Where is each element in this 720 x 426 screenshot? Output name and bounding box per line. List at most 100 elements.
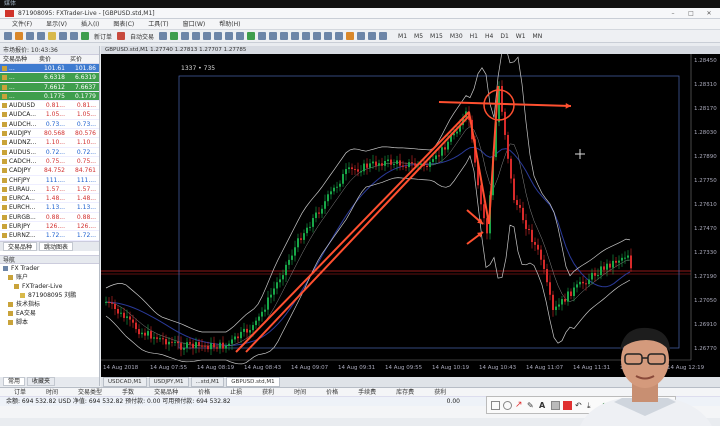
text-tool-icon[interactable]: [357, 32, 366, 40]
chart-tab-active[interactable]: GBPUSD.std,M1: [226, 377, 280, 387]
terminal-column[interactable]: 库存费: [396, 388, 414, 396]
market-watch-row[interactable]: EURNZ... 1.72... 1.72...: [0, 231, 99, 241]
market-watch-row[interactable]: AUDNZ... 1.10... 1.10...: [0, 138, 99, 148]
timeframe-w1[interactable]: W1: [514, 33, 528, 40]
profiles-icon[interactable]: [15, 32, 23, 40]
templates-icon[interactable]: [269, 32, 278, 40]
tab-symbols[interactable]: 交易品种: [3, 241, 38, 251]
terminal-column[interactable]: 获利: [262, 388, 274, 396]
market-watch-row[interactable]: AUDJPY 80.568 80.576: [0, 129, 99, 139]
market-watch-row[interactable]: ... 7.6612 7.6637: [0, 82, 99, 92]
market-watch-row[interactable]: EURGB... 0.88... 0.88...: [0, 213, 99, 223]
menu-window[interactable]: 窗口(W): [183, 19, 206, 29]
col-symbol[interactable]: 交易品种: [0, 55, 36, 63]
tree-item-experts[interactable]: EA交易: [0, 309, 99, 318]
market-watch-row[interactable]: CHFJPY 111.... 111....: [0, 176, 99, 185]
market-watch-row[interactable]: EURAU... 1.57... 1.57...: [0, 185, 99, 195]
chart-tab[interactable]: USDCAD,M1: [103, 377, 147, 387]
arrow-tool-icon[interactable]: ↗: [515, 400, 524, 410]
channel-icon[interactable]: [335, 32, 344, 40]
line-chart-icon[interactable]: [181, 32, 190, 40]
chart-tab[interactable]: ...std,M1: [190, 377, 225, 387]
terminal-column[interactable]: 止损: [230, 388, 242, 396]
text-tool-icon[interactable]: A: [539, 401, 548, 410]
pen-tool-icon[interactable]: ✎: [527, 401, 536, 410]
tree-item-account[interactable]: 871908095 刘鹏: [0, 291, 99, 300]
terminal-column[interactable]: 手续费: [358, 388, 376, 396]
vertical-line-icon[interactable]: [302, 32, 311, 40]
timeframe-m30[interactable]: M30: [448, 33, 465, 40]
terminal-icon[interactable]: [59, 32, 67, 40]
market-watch-row[interactable]: CADCH... 0.75... 0.75...: [0, 157, 99, 167]
tree-item-indicators[interactable]: 技术指标: [0, 300, 99, 309]
menu-chart[interactable]: 图表(C): [113, 19, 134, 29]
mosaic-tool-icon[interactable]: [551, 400, 560, 410]
terminal-column[interactable]: 手数: [122, 388, 134, 396]
tree-item-scripts[interactable]: 脚本: [0, 318, 99, 327]
chart-tab[interactable]: USDJPY,M1: [148, 377, 189, 387]
new-order-icon[interactable]: [81, 32, 89, 40]
market-watch-row[interactable]: ... 6.6318 6.6319: [0, 73, 99, 83]
timeframe-h1[interactable]: H1: [468, 33, 480, 40]
terminal-column[interactable]: 价格: [198, 388, 210, 396]
tab-favorites[interactable]: 收藏夹: [27, 377, 56, 386]
new-chart-icon[interactable]: [4, 32, 12, 40]
zoom-out-icon[interactable]: [203, 32, 212, 40]
horizontal-line-icon[interactable]: [313, 32, 322, 40]
label-tool-icon[interactable]: [368, 32, 377, 40]
menu-view[interactable]: 显示(V): [46, 19, 67, 29]
market-watch-row[interactable]: EURJPY 126.... 126....: [0, 222, 99, 232]
new-order-button[interactable]: 新订单: [92, 32, 114, 41]
market-watch-row[interactable]: ... 0.1775 0.1779: [0, 91, 99, 102]
market-watch-icon[interactable]: [26, 32, 34, 40]
arrow-tool-icon[interactable]: [379, 32, 388, 40]
timeframe-m1[interactable]: M1: [396, 33, 409, 40]
market-watch-row[interactable]: EURCH... 1.13... 1.13...: [0, 203, 99, 213]
auto-trading-button[interactable]: 自动交易: [128, 32, 156, 41]
chart-shift-icon[interactable]: [236, 32, 245, 40]
col-ask[interactable]: 买价: [67, 55, 98, 63]
tile-windows-icon[interactable]: [214, 32, 223, 40]
terminal-column[interactable]: 价格: [326, 388, 338, 396]
market-watch-row[interactable]: CADJPY 84.752 84.761: [0, 166, 99, 176]
close-button[interactable]: ✕: [702, 8, 716, 19]
tree-item-accounts[interactable]: 账户: [0, 273, 99, 282]
timeframe-m15[interactable]: M15: [428, 33, 445, 40]
maximize-button[interactable]: □: [684, 8, 698, 19]
market-watch-row[interactable]: AUDUS... 0.72... 0.72...: [0, 148, 99, 157]
candle-chart-icon[interactable]: [170, 32, 179, 40]
menu-help[interactable]: 帮助(H): [219, 19, 240, 29]
col-bid[interactable]: 卖价: [36, 55, 67, 63]
autoscroll-icon[interactable]: [225, 32, 234, 40]
timeframe-h4[interactable]: H4: [483, 33, 495, 40]
market-watch-row[interactable]: EURCA... 1.48... 1.48...: [0, 194, 99, 204]
tab-common[interactable]: 常用: [3, 377, 26, 386]
menu-tools[interactable]: 工具(T): [148, 19, 168, 29]
timeframe-m5[interactable]: M5: [412, 33, 425, 40]
trendline-icon[interactable]: [324, 32, 333, 40]
strategy-tester-icon[interactable]: [70, 32, 78, 40]
terminal-column[interactable]: 时间: [294, 388, 306, 396]
rectangle-tool-icon[interactable]: [491, 400, 500, 410]
fibonacci-icon[interactable]: [346, 32, 355, 40]
market-watch-row[interactable]: AUDCH... 0.73... 0.73...: [0, 120, 99, 130]
tab-tick-chart[interactable]: 跳动图表: [39, 241, 74, 251]
menu-insert[interactable]: 插入(I): [81, 19, 99, 29]
market-watch-row[interactable]: ... 101.61 101.86: [0, 64, 99, 74]
crosshair-icon[interactable]: [291, 32, 300, 40]
terminal-column[interactable]: 获利: [434, 388, 446, 396]
terminal-column[interactable]: 交易类型: [78, 388, 102, 396]
tree-item-server[interactable]: FXTrader-Live: [0, 282, 99, 291]
menu-file[interactable]: 文件(F): [12, 19, 32, 29]
ellipse-tool-icon[interactable]: [503, 400, 512, 410]
tree-item-fxtrader[interactable]: FX Trader: [0, 264, 99, 273]
minimize-button[interactable]: –: [666, 8, 680, 19]
timeframe-d1[interactable]: D1: [498, 33, 510, 40]
data-window-icon[interactable]: [37, 32, 45, 40]
timeframe-mn[interactable]: MN: [531, 33, 545, 40]
navigator-icon[interactable]: [48, 32, 56, 40]
market-watch-row[interactable]: AUDUSD 0.81... 0.81...: [0, 101, 99, 111]
periodicity-icon[interactable]: [258, 32, 267, 40]
terminal-column[interactable]: 交易品种: [154, 388, 178, 396]
indicators-icon[interactable]: [247, 32, 256, 40]
